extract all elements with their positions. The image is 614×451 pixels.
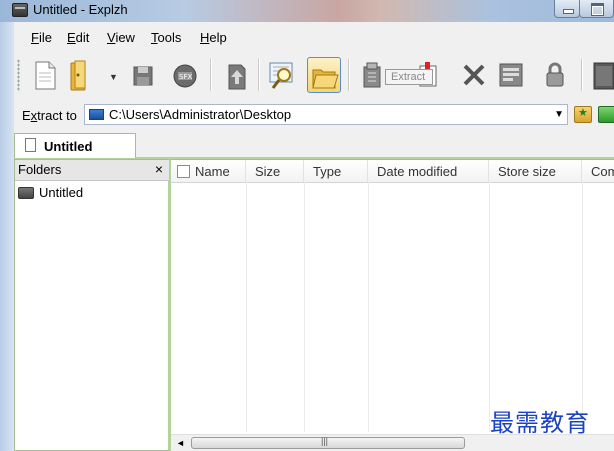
- list-header: Name Size Type Date modified Store size …: [171, 160, 614, 183]
- menu-edit-label: dit: [75, 30, 90, 45]
- app-icon[interactable]: [12, 3, 28, 17]
- column-comment[interactable]: Com: [582, 160, 614, 182]
- column-date-label: Date modified: [377, 164, 458, 179]
- menu-tools-label: ools: [157, 30, 182, 45]
- grip-icon: |||: [321, 436, 329, 446]
- folders-panel: Folders × Untitled: [14, 159, 171, 451]
- toolbar: ▼ SFX ▼: [14, 53, 614, 97]
- column-size[interactable]: Size: [246, 160, 304, 182]
- delete-icon[interactable]: [457, 57, 491, 93]
- client-area: File Edit View Tools Help ▼ SFX Extract …: [14, 22, 614, 451]
- folders-header: Folders ×: [15, 160, 169, 181]
- column-type[interactable]: Type: [304, 160, 368, 182]
- extract-to-label-e: E: [22, 108, 31, 123]
- extract-path-combobox[interactable]: C:\Users\Administrator\Desktop ▼: [84, 104, 568, 125]
- chevron-down-icon[interactable]: ▼: [554, 109, 564, 120]
- column-divider: [489, 182, 490, 432]
- window-controls: [554, 0, 614, 18]
- select-all-checkbox[interactable]: [177, 165, 190, 178]
- column-size-label: Size: [255, 164, 281, 179]
- menu-tools[interactable]: Tools: [151, 30, 181, 45]
- window-frame: [0, 22, 14, 451]
- toolbar-separator: [258, 59, 260, 91]
- toolbar-separator: [348, 59, 350, 91]
- archive-icon: [18, 187, 34, 199]
- folder-tree-label: Untitled: [39, 185, 84, 200]
- column-date-modified[interactable]: Date modified: [368, 160, 489, 182]
- close-icon[interactable]: ×: [155, 161, 163, 177]
- column-store-size[interactable]: Store size: [489, 160, 582, 182]
- new-archive-icon[interactable]: [28, 57, 62, 93]
- book-icon[interactable]: [589, 57, 614, 93]
- menu-file-mnemonic: F: [31, 30, 39, 45]
- column-divider: [304, 182, 305, 432]
- column-comment-label: Com: [591, 164, 614, 179]
- toolbar-separator: [581, 59, 583, 91]
- menu-help-mnemonic: H: [200, 30, 210, 45]
- minimize-button[interactable]: [554, 0, 580, 18]
- scrollbar-thumb[interactable]: |||: [191, 436, 465, 449]
- upload-icon[interactable]: [220, 57, 254, 93]
- view-icon[interactable]: [266, 57, 300, 93]
- open-folder-icon[interactable]: [66, 57, 100, 93]
- menu-edit[interactable]: Edit: [67, 30, 89, 45]
- column-store-size-label: Store size: [498, 164, 556, 179]
- column-type-label: Type: [313, 164, 342, 179]
- menu-file[interactable]: File: [31, 30, 52, 45]
- browse-folder-button[interactable]: [574, 106, 592, 123]
- menu-help[interactable]: Help: [200, 30, 227, 45]
- folders-title: Folders: [18, 162, 62, 177]
- desktop-icon: [89, 109, 104, 120]
- toolbar-grip[interactable]: [17, 59, 20, 91]
- window-title: Untitled - Explzh: [33, 2, 128, 17]
- document-icon: [25, 138, 36, 152]
- menu-help-label: elp: [209, 30, 227, 45]
- watermark-logo: 最需教育: [490, 409, 590, 437]
- lock-icon[interactable]: [538, 57, 572, 93]
- menu-file-label: ile: [38, 30, 52, 45]
- tab-label: Untitled: [44, 139, 93, 154]
- menu-view-label: iew: [115, 30, 135, 45]
- tab-untitled[interactable]: Untitled: [14, 133, 136, 158]
- column-divider: [246, 182, 247, 432]
- column-name-label: Name: [195, 164, 230, 179]
- menu-view[interactable]: View: [107, 30, 135, 45]
- disk-icon[interactable]: SFX: [168, 57, 202, 93]
- title-bar: Untitled - Explzh: [0, 0, 614, 22]
- maximize-button[interactable]: [579, 0, 614, 18]
- menu-edit-mnemonic: E: [67, 30, 76, 45]
- properties-icon[interactable]: [494, 57, 528, 93]
- extract-to-label-rest: tract to: [37, 108, 77, 123]
- scroll-left-icon[interactable]: ◄: [176, 438, 185, 448]
- save-icon[interactable]: [127, 57, 161, 93]
- column-name[interactable]: Name: [171, 160, 246, 182]
- svg-text:SFX: SFX: [179, 73, 192, 81]
- tab-strip: Untitled: [14, 131, 614, 159]
- extract-path-value: C:\Users\Administrator\Desktop: [109, 107, 292, 122]
- column-divider: [582, 182, 583, 432]
- folder-open-icon[interactable]: [307, 57, 341, 93]
- tooltip-extract: Extract: [385, 69, 433, 85]
- menu-bar: File Edit View Tools Help: [14, 28, 614, 48]
- extract-to-bar: Extract to C:\Users\Administrator\Deskto…: [14, 101, 614, 129]
- column-divider: [368, 182, 369, 432]
- go-arrow-button[interactable]: [598, 106, 614, 123]
- extract-to-label: Extract to: [22, 108, 77, 123]
- toolbar-separator: [210, 59, 212, 91]
- open-dropdown-icon[interactable]: ▼: [109, 72, 118, 82]
